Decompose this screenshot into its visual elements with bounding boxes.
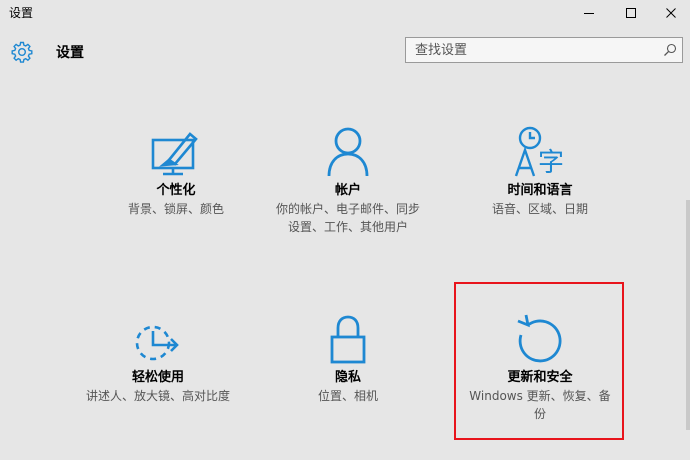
tile-personalization[interactable]: 个性化 背景、锁屏、颜色 [86,118,266,218]
tile-privacy[interactable]: 隐私 位置、相机 [258,305,438,405]
title-bar: 设置 [0,0,690,26]
tile-accounts[interactable]: 帐户 你的帐户、电子邮件、同步设置、工作、其他用户 [258,118,438,236]
minimize-button[interactable] [566,0,612,26]
scrollbar[interactable] [686,200,690,430]
page-title: 设置 [56,45,84,61]
personalization-icon [151,132,198,176]
maximize-icon [626,8,636,18]
privacy-icon [330,315,366,364]
tile-title: 个性化 [156,183,196,198]
minimize-icon [584,13,594,14]
search-input[interactable] [415,41,655,59]
tile-title: 轻松使用 [131,370,184,385]
tile-description: 背景、锁屏、颜色 [127,202,224,216]
time-language-icon: 字 [514,126,564,178]
highlight-box [454,282,624,440]
gear-icon [11,41,33,63]
svg-text:字: 字 [538,148,564,178]
search-box[interactable] [405,37,683,63]
tile-title: 时间和语言 [507,183,573,198]
tile-ease-of-access[interactable]: 轻松使用 讲述人、放大镜、高对比度 [68,305,248,405]
ease-of-access-icon [135,325,179,361]
tile-description: 语音、区域、日期 [491,202,588,216]
accounts-icon [327,127,369,177]
window-title: 设置 [9,6,34,20]
tile-description: 位置、相机 [317,389,378,403]
tile-description: 讲述人、放大镜、高对比度 [85,389,230,403]
close-button[interactable] [648,0,690,26]
tile-title: 隐私 [334,370,361,385]
close-icon [666,8,676,18]
tile-description: 你的帐户、电子邮件、同步设置、工作、其他用户 [275,202,420,234]
tile-time-language[interactable]: 字 时间和语言 语音、区域、日期 [450,118,630,218]
tile-title: 帐户 [334,183,361,198]
search-icon[interactable] [663,43,677,57]
